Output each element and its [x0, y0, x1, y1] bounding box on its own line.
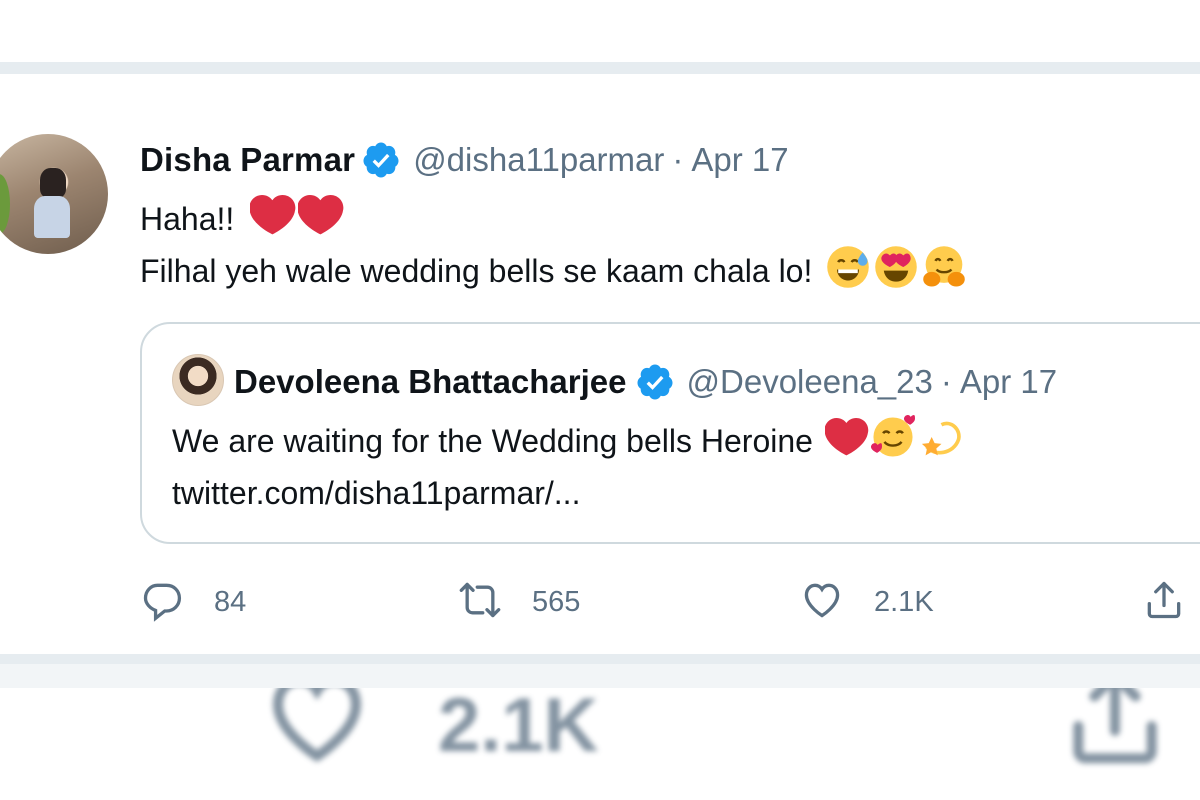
retweet-count: 565	[532, 585, 581, 618]
quoted-tweet-text-main: We are waiting for the Wedding bells Her…	[172, 422, 813, 459]
quoted-author-display-name[interactable]: Devoleena Bhattacharjee	[234, 363, 627, 401]
author-handle[interactable]: @disha11parmar	[413, 141, 664, 179]
verified-badge-icon	[361, 140, 401, 180]
separator-dot: ·	[940, 363, 952, 400]
red-heart-icon	[824, 418, 869, 464]
tweet-actions: 84 565 2.1K	[140, 574, 1200, 630]
like-button[interactable]: 2.1K	[800, 574, 934, 630]
quoted-author-handle[interactable]: @Devoleena_23	[687, 363, 933, 401]
top-bar	[0, 0, 1200, 62]
bottom-separator	[0, 654, 1200, 688]
reply-button[interactable]: 84	[140, 574, 246, 630]
avatar-plant	[0, 174, 10, 234]
grinning-face-with-sweat-icon	[826, 245, 870, 297]
red-heart-icon	[297, 195, 344, 243]
quoted-tweet-link[interactable]: twitter.com/disha11parmar/...	[172, 472, 580, 514]
hugging-face-icon	[922, 245, 966, 297]
quoted-author-avatar[interactable]	[172, 354, 224, 406]
author-display-name[interactable]: Disha Parmar	[140, 141, 355, 179]
quoted-tweet-time[interactable]: Apr 17	[960, 363, 1057, 401]
author-avatar[interactable]	[0, 134, 108, 254]
background-blur-zoom: 2.1K	[0, 688, 1200, 800]
red-heart-icon	[249, 195, 296, 243]
smiling-face-with-hearts-icon	[870, 415, 915, 467]
heart-icon	[262, 688, 372, 772]
tweet-text-line1: Haha!!	[140, 195, 344, 243]
retweet-icon	[458, 578, 502, 627]
quoted-tweet-text: We are waiting for the Wedding bells Her…	[172, 415, 961, 464]
tweet[interactable]: Disha Parmar @disha11parmar · Apr 17 Hah…	[0, 74, 1200, 654]
avatar-body	[34, 196, 70, 238]
heart-eyes-face-icon	[874, 245, 918, 297]
background-like-count: 2.1K	[438, 688, 599, 768]
heart-icon	[800, 578, 844, 627]
tweet-text-line2: Filhal yeh wale wedding bells se kaam ch…	[140, 246, 966, 292]
tweet-header: Disha Parmar @disha11parmar · Apr 17	[140, 140, 789, 180]
dizzy-star-icon	[917, 415, 961, 467]
share-button[interactable]	[1142, 574, 1186, 630]
tweet-time[interactable]: Apr 17	[691, 141, 788, 179]
page: Disha Parmar @disha11parmar · Apr 17 Hah…	[0, 0, 1200, 800]
share-icon	[1060, 688, 1170, 772]
reply-icon	[140, 578, 184, 627]
reply-count: 84	[214, 585, 247, 618]
retweet-button[interactable]: 565	[458, 574, 580, 630]
like-count: 2.1K	[874, 585, 934, 618]
quoted-tweet[interactable]: Devoleena Bhattacharjee @Devoleena_23 · …	[140, 322, 1200, 544]
quoted-tweet-header: Devoleena Bhattacharjee @Devoleena_23 · …	[234, 360, 1057, 404]
separator-dot: ·	[672, 141, 684, 178]
verified-badge-icon	[635, 362, 675, 402]
share-icon	[1142, 578, 1186, 627]
avatar-hair	[40, 168, 66, 198]
tweet-text-main: Filhal yeh wale wedding bells se kaam ch…	[140, 252, 813, 289]
top-separator	[0, 62, 1200, 74]
tweet-text-haha: Haha!!	[140, 200, 235, 237]
